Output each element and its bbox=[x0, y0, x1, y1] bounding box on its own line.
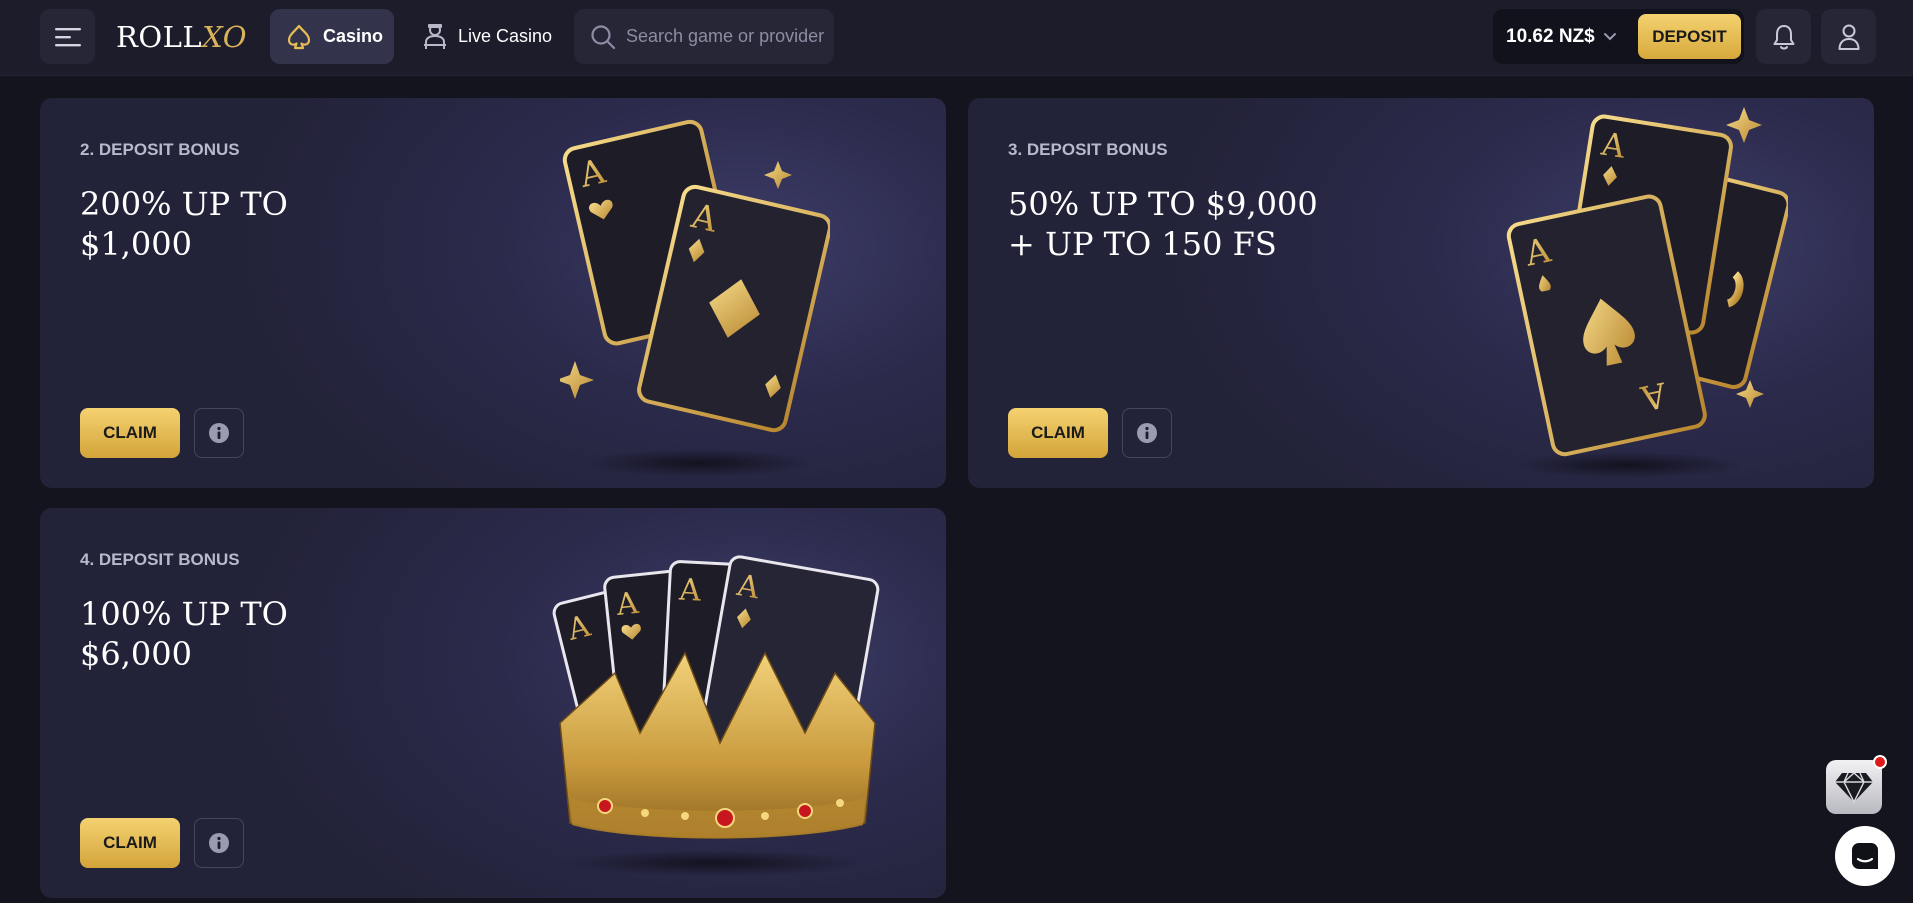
info-button[interactable] bbox=[194, 408, 244, 458]
bonus-title: 200% UP TO $1,000 bbox=[80, 184, 600, 264]
claim-button[interactable]: CLAIM bbox=[80, 818, 180, 868]
info-button[interactable] bbox=[194, 818, 244, 868]
bell-icon bbox=[1773, 24, 1794, 49]
info-icon bbox=[209, 833, 229, 853]
svg-text:A: A bbox=[677, 573, 702, 609]
info-icon bbox=[209, 423, 229, 443]
bonus-card: A A A 3. DEPOSIT BONUS 50% UP TO $9,000 … bbox=[968, 98, 1874, 488]
bonus-title-line2: + UP TO 150 FS bbox=[1008, 225, 1277, 263]
nav-live-casino-label: Live Casino bbox=[458, 26, 553, 46]
user-icon bbox=[1838, 24, 1859, 50]
wallet: 10.62 NZ$ DEPOSIT bbox=[1493, 9, 1744, 64]
logo-accent: XO bbox=[202, 20, 248, 54]
bonus-card: A A A A 4. DEPOSIT BONUS 100% UP TO $6,0… bbox=[40, 508, 946, 898]
three-cards-art: A A A bbox=[1506, 107, 1788, 478]
balance-amount: 10.62 NZ$ bbox=[1506, 25, 1595, 47]
bonus-label: 2. DEPOSIT BONUS bbox=[80, 140, 240, 159]
notification-dot bbox=[1873, 755, 1887, 769]
live-chat-button[interactable] bbox=[1835, 826, 1895, 886]
bonus-title: 50% UP TO $9,000 + UP TO 150 FS bbox=[1008, 184, 1528, 264]
nav-live-casino[interactable]: Live Casino bbox=[412, 9, 562, 64]
svg-text:A: A bbox=[614, 586, 641, 623]
dealer-icon bbox=[424, 23, 446, 49]
spade-icon bbox=[287, 24, 311, 49]
nav-casino[interactable]: Casino bbox=[270, 9, 394, 64]
search-input[interactable] bbox=[626, 26, 826, 47]
info-icon bbox=[1137, 423, 1157, 443]
diamond-icon bbox=[1835, 772, 1873, 804]
bonus-label: 4. DEPOSIT BONUS bbox=[80, 550, 240, 569]
bonus-title: 100% UP TO $6,000 bbox=[80, 594, 600, 674]
claim-button[interactable]: CLAIM bbox=[1008, 408, 1108, 458]
two-cards-art: A A bbox=[560, 119, 830, 477]
rollxo-logo[interactable]: ROLL XO bbox=[116, 14, 247, 60]
claim-button[interactable]: CLAIM bbox=[80, 408, 180, 458]
menu-button[interactable] bbox=[40, 9, 95, 64]
hamburger-icon bbox=[54, 27, 81, 46]
logo-text: ROLL bbox=[116, 20, 203, 54]
balance-dropdown[interactable]: 10.62 NZ$ bbox=[1493, 26, 1633, 48]
profile-button[interactable] bbox=[1821, 9, 1876, 64]
bonus-title-line2: $1,000 bbox=[80, 225, 192, 263]
bonus-title-line2: $6,000 bbox=[80, 635, 192, 673]
info-button[interactable] bbox=[1122, 408, 1172, 458]
search-icon bbox=[591, 24, 616, 49]
bonus-title-line1: 200% UP TO bbox=[80, 185, 288, 223]
top-header: ROLLXO Casino Live Casino 10.62 NZ$ D bbox=[0, 0, 1913, 76]
deposit-button[interactable]: DEPOSIT bbox=[1638, 14, 1741, 59]
bonus-card: A A 2. DEPOSIT BONUS 200% UP TO $1,000 C… bbox=[40, 98, 946, 488]
nav-casino-label: Casino bbox=[323, 26, 384, 46]
search-bar[interactable] bbox=[574, 9, 834, 64]
chevron-down-icon bbox=[1603, 32, 1616, 40]
bonus-label: 3. DEPOSIT BONUS bbox=[1008, 140, 1168, 159]
vip-diamond-button[interactable] bbox=[1826, 755, 1887, 814]
notifications-button[interactable] bbox=[1756, 9, 1811, 64]
bonus-title-line1: 50% UP TO $9,000 bbox=[1008, 185, 1318, 223]
chat-icon bbox=[1852, 843, 1878, 869]
bonus-title-line1: 100% UP TO bbox=[80, 595, 288, 633]
